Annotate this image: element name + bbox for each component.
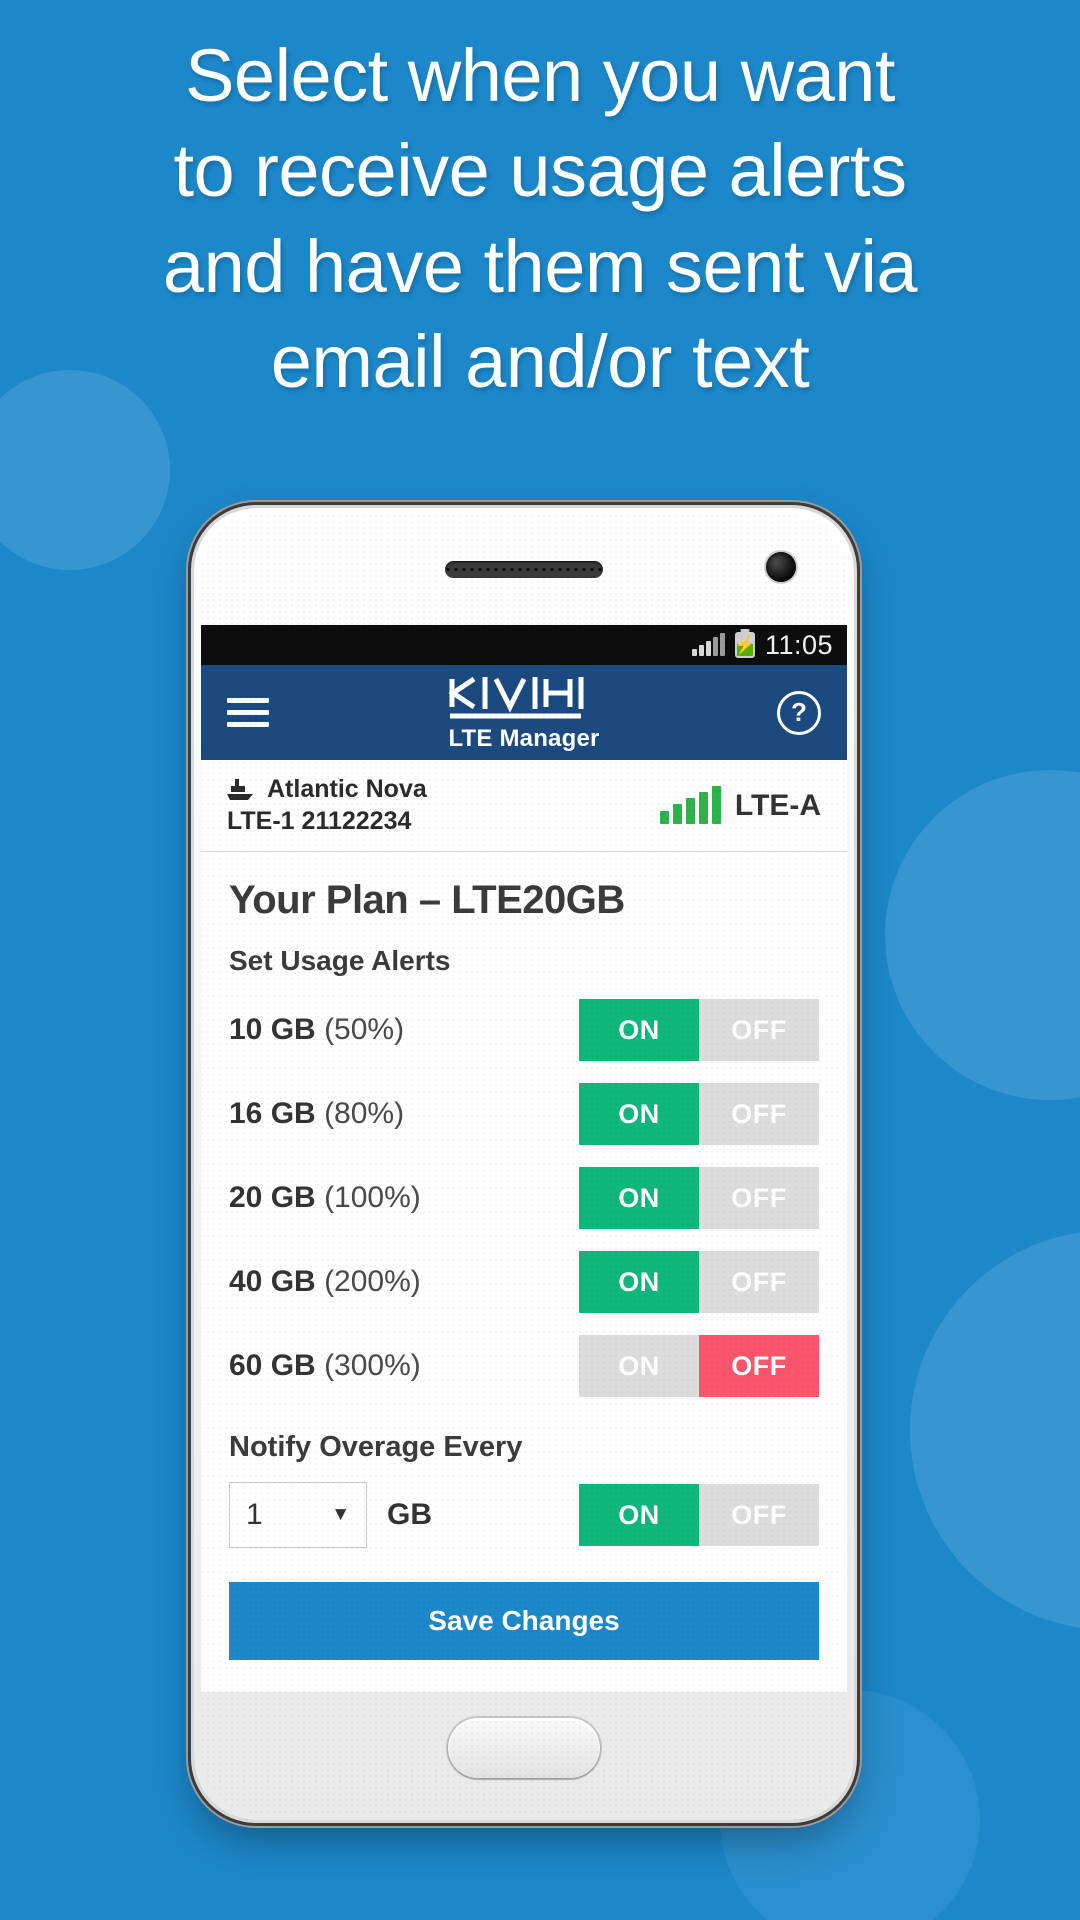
usage-alert-toggle[interactable]: ON OFF <box>579 1167 819 1229</box>
section-heading-overage: Notify Overage Every <box>229 1431 523 1463</box>
headline-line: and have them sent via <box>162 224 918 308</box>
page-title: Your Plan – LTE20GB <box>229 878 625 922</box>
usage-alert-toggle[interactable]: ON OFF <box>579 1335 819 1397</box>
overage-interval-select[interactable]: 1 ▼ <box>229 1482 367 1548</box>
usage-alert-toggle[interactable]: ON OFF <box>579 1083 819 1145</box>
phone-screen: ⚡ 11:05 LTE Manager ? Atlantic Nova LTE-… <box>201 625 847 1692</box>
headline-line: email and/or text <box>270 320 810 404</box>
chevron-down-icon: ▼ <box>331 1504 350 1525</box>
signal-bars-icon <box>659 785 721 824</box>
settings-content: Your Plan – LTE20GB Set Usage Alerts 10 … <box>201 852 847 1660</box>
usage-alert-toggle[interactable]: ON OFF <box>579 1251 819 1313</box>
vessel-info-bar: Atlantic Nova LTE-1 21122234 LTE-A <box>201 760 847 852</box>
toggle-on-segment[interactable]: ON <box>579 999 699 1061</box>
earpiece-speaker <box>445 561 603 578</box>
network-status: LTE-A <box>659 785 821 824</box>
front-camera <box>766 552 796 582</box>
vessel-name: Atlantic Nova <box>267 775 427 803</box>
toggle-on-segment[interactable]: ON <box>579 1484 699 1546</box>
kvh-logo-icon <box>448 676 584 718</box>
usage-alert-toggle[interactable]: ON OFF <box>579 999 819 1061</box>
save-changes-button[interactable]: Save Changes <box>229 1582 819 1660</box>
network-type-label: LTE-A <box>734 788 821 822</box>
usage-alert-label: 10 GB (50%) <box>229 1013 404 1047</box>
usage-alert-row: 16 GB (80%) ON OFF <box>229 1083 819 1145</box>
usage-alert-label: 40 GB (200%) <box>229 1265 421 1299</box>
help-circle-icon[interactable]: ? <box>777 690 821 735</box>
toggle-off-segment[interactable]: OFF <box>699 1083 819 1145</box>
toggle-on-segment[interactable]: ON <box>579 1167 699 1229</box>
usage-alert-row: 60 GB (300%) ON OFF <box>229 1335 819 1397</box>
usage-alert-row: 20 GB (100%) ON OFF <box>229 1167 819 1229</box>
vessel-identity: Atlantic Nova LTE-1 21122234 <box>227 775 427 836</box>
headline-line: Select when you want <box>185 34 895 117</box>
usage-alert-percent: (200%) <box>324 1265 421 1298</box>
promo-headline: Select when you want to receive usage al… <box>0 28 1080 410</box>
usage-alert-percent: (50%) <box>324 1013 405 1046</box>
help-label: ? <box>791 697 807 727</box>
toggle-on-segment[interactable]: ON <box>579 1335 699 1397</box>
usage-alert-row: 10 GB (50%) ON OFF <box>229 999 819 1061</box>
section-heading-usage-alerts: Set Usage Alerts <box>229 945 451 976</box>
decorative-circle <box>910 1230 1080 1630</box>
usage-alert-label: 16 GB (80%) <box>229 1097 404 1131</box>
hamburger-menu-icon[interactable] <box>227 698 269 727</box>
app-name-label: LTE Manager <box>448 724 600 752</box>
overage-row: 1 ▼ GB ON OFF <box>229 1482 819 1548</box>
toggle-on-segment[interactable]: ON <box>579 1083 699 1145</box>
usage-alert-amount: 16 GB <box>229 1097 316 1130</box>
usage-alert-percent: (300%) <box>324 1349 421 1382</box>
decorative-circle <box>885 770 1080 1100</box>
usage-alert-label: 20 GB (100%) <box>229 1181 421 1215</box>
usage-alert-row: 40 GB (200%) ON OFF <box>229 1251 819 1313</box>
signal-bars-icon <box>691 633 725 656</box>
battery-charging-icon: ⚡ <box>734 632 756 658</box>
toggle-off-segment[interactable]: OFF <box>699 1167 819 1229</box>
usage-alert-amount: 60 GB <box>229 1349 316 1382</box>
usage-alert-amount: 40 GB <box>229 1265 316 1298</box>
toggle-off-segment[interactable]: OFF <box>699 1251 819 1313</box>
headline-line: to receive usage alerts <box>173 129 907 213</box>
overage-unit-label: GB <box>387 1498 432 1531</box>
usage-alert-amount: 10 GB <box>229 1013 316 1046</box>
home-button[interactable] <box>448 1718 600 1778</box>
promo-screenshot: Select when you want to receive usage al… <box>0 0 1080 1920</box>
toggle-on-segment[interactable]: ON <box>579 1251 699 1313</box>
overage-toggle[interactable]: ON OFF <box>579 1484 819 1546</box>
app-bar: LTE Manager ? <box>201 665 847 760</box>
overage-interval-value: 1 <box>246 1498 263 1531</box>
phone-mockup: ⚡ 11:05 LTE Manager ? Atlantic Nova LTE-… <box>194 508 854 1820</box>
toggle-off-segment[interactable]: OFF <box>699 1484 819 1546</box>
usage-alert-percent: (100%) <box>324 1181 421 1214</box>
toggle-off-segment[interactable]: OFF <box>699 999 819 1061</box>
app-brand: LTE Manager <box>201 665 847 760</box>
status-bar: ⚡ 11:05 <box>201 625 847 665</box>
status-bar-clock: 11:05 <box>764 629 833 660</box>
usage-alert-label: 60 GB (300%) <box>229 1349 421 1383</box>
toggle-off-segment[interactable]: OFF <box>699 1335 819 1397</box>
usage-alert-amount: 20 GB <box>229 1181 316 1214</box>
vessel-identifier: LTE-1 21122234 <box>227 807 412 835</box>
usage-alert-percent: (80%) <box>324 1097 405 1130</box>
ship-icon <box>227 778 253 800</box>
